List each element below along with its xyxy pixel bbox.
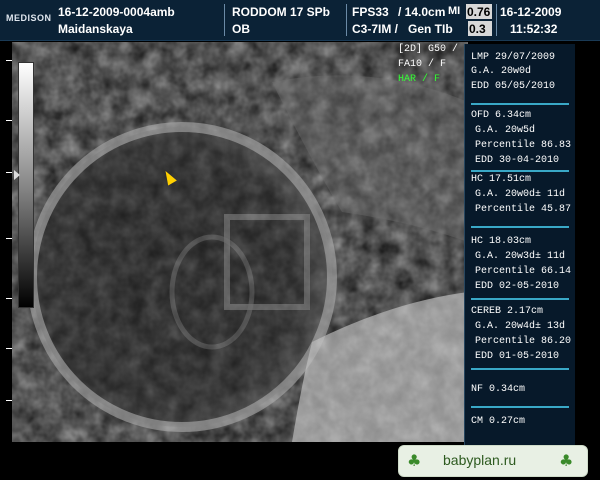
ultrasound-image [12, 42, 468, 442]
tib-value: 0.3 [469, 22, 486, 36]
mi-value: 0.76 [467, 5, 491, 19]
ofd-ga: G.A. 20w5d [475, 125, 536, 136]
hc2-measure: HC 18.03cm [471, 236, 532, 247]
ga-value: G.A. 20w0d [471, 66, 532, 77]
cereb-measure: CEREB 2.17cm [471, 306, 544, 317]
panel-divider [471, 103, 569, 105]
site-watermark[interactable]: ♣ babyplan.ru ♣ [398, 445, 588, 477]
clover-icon: ♣ [559, 451, 574, 470]
panel-divider [471, 298, 569, 300]
depth-tick [6, 60, 12, 61]
header-separator [346, 4, 347, 36]
brand-logo: MEDISON [6, 13, 52, 23]
panel-divider [471, 226, 569, 228]
depth-tick [6, 120, 12, 121]
ultrasound-texture [12, 42, 468, 442]
ofd-edd: EDD 30-04-2010 [475, 155, 560, 166]
cereb-ga: G.A. 20w4d± 13d [475, 321, 566, 332]
cm-measure: CM 0.27cm [471, 416, 526, 427]
hc1-percentile: Percentile 45.87 [475, 204, 572, 215]
depth-tick [6, 348, 12, 349]
hc2-percentile: Percentile 66.14 [475, 266, 572, 277]
header-separator [496, 4, 497, 36]
patient-name: Maidanskaya [58, 22, 133, 36]
ofd-measure: OFD 6.34cm [471, 110, 532, 121]
depth-tick [6, 172, 12, 173]
hc2-ga: G.A. 20w3d± 11d [475, 251, 566, 262]
mode-line-harmonic: HAR / F [398, 74, 441, 85]
grayscale-marker [14, 170, 20, 180]
ofd-percentile: Percentile 86.83 [475, 140, 572, 151]
panel-divider [471, 368, 569, 370]
probe-readout: C3-7IM / [352, 22, 399, 36]
header-bar: MEDISON 16-12-2009-0004amb Maidanskaya R… [0, 0, 600, 41]
depth-tick [6, 400, 12, 401]
patient-id: 16-12-2009-0004amb [58, 5, 175, 19]
depth-tick [6, 298, 12, 299]
mi-label: MI [448, 5, 461, 17]
hc1-ga: G.A. 20w0d± 11d [475, 189, 566, 200]
lmp-value: LMP 29/07/2009 [471, 52, 556, 63]
grayscale-bar [18, 62, 34, 308]
header-separator [224, 4, 225, 36]
cereb-percentile: Percentile 86.20 [475, 336, 572, 347]
nf-measure: NF 0.34cm [471, 384, 526, 395]
measurement-panel: LMP 29/07/2009 G.A. 20w0d EDD 05/05/2010… [464, 44, 575, 448]
edd-value: EDD 05/05/2010 [471, 81, 556, 92]
panel-divider [471, 170, 569, 172]
hospital-name: RODDOM 17 SPb [232, 5, 331, 19]
exam-time: 11:52:32 [510, 22, 558, 36]
clover-icon: ♣ [407, 451, 422, 470]
depth-readout: / 14.0cm [398, 5, 446, 19]
tib-label: Gen TIb [408, 22, 453, 36]
panel-divider [471, 406, 569, 408]
watermark-text: babyplan.ru [443, 452, 517, 468]
exam-type: OB [232, 22, 250, 36]
cereb-edd: EDD 01-05-2010 [475, 351, 560, 362]
fps-readout: FPS33 [352, 5, 389, 19]
depth-tick [6, 238, 12, 239]
imaging-mode: [2D] G50 / 8 FA10 / F HAR / F [398, 44, 470, 89]
hc2-edd: EDD 02-05-2010 [475, 281, 560, 292]
mode-line-gain: [2D] G50 / 8 [398, 44, 471, 55]
depth-scale [6, 48, 12, 428]
exam-date: 16-12-2009 [500, 5, 562, 19]
mode-line-frame: FA10 / F [398, 59, 447, 70]
hc1-measure: HC 17.51cm [471, 174, 532, 185]
